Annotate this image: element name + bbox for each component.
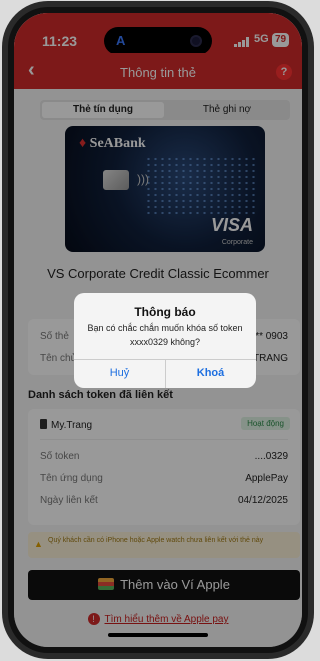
phone-frame: 11:23 A 5G 79 ‹ Thông tin thẻ ? Thẻ tín … [2, 1, 314, 659]
home-indicator[interactable] [108, 633, 208, 637]
screen: 11:23 A 5G 79 ‹ Thông tin thẻ ? Thẻ tín … [14, 13, 302, 647]
dialog-title: Thông báo [134, 305, 196, 319]
cancel-button[interactable]: Huỷ [74, 359, 165, 388]
lock-token-button[interactable]: Khoá [165, 359, 256, 388]
confirm-dialog: Thông báo Bạn có chắc chắn muốn khóa số … [74, 293, 256, 388]
dialog-message: Bạn có chắc chắn muốn khóa số token xxxx… [87, 323, 243, 347]
